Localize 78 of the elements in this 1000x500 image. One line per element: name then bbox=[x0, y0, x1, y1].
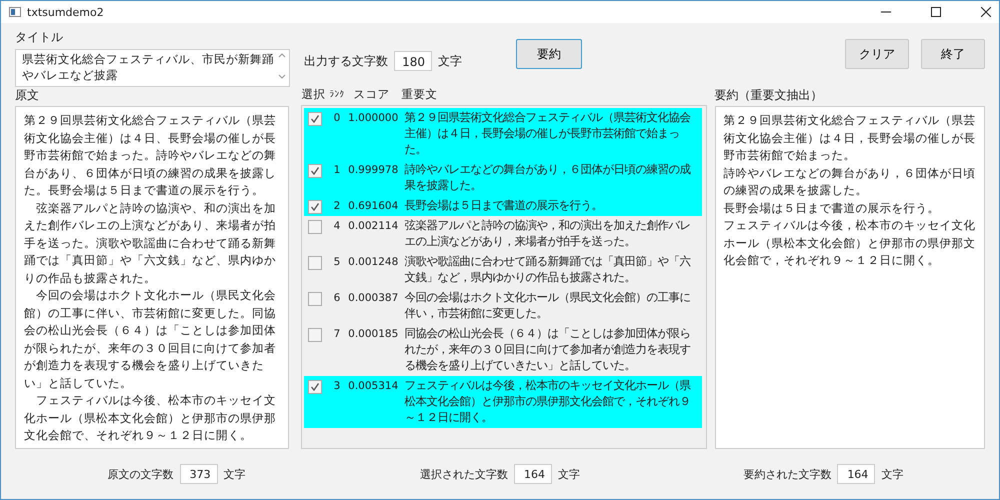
sentence-cell-text: 演歌や歌謡曲に合わせて踊る新舞踊では「真田節」や「六文銭」など，県内ゆかりの作品も披露された。 bbox=[404, 254, 692, 286]
title-label: タイトル bbox=[15, 29, 64, 46]
paragraph: 弦楽器アルパと詩吟の協演や、和の演出を加えた創作バレエの上演などがあり、来場者が拍手を送った。演歌や歌謡曲に合わせて踊る新舞踊では「真田節」や「六文銭」など、県内ゆかりの作品も披露された。 bbox=[24, 200, 277, 286]
score-cell-text: 0.000387 bbox=[347, 291, 398, 306]
rank-cell-text: 1 bbox=[332, 163, 340, 178]
count-label: 要約された文字数 bbox=[743, 466, 832, 482]
checkbox[interactable] bbox=[308, 292, 322, 306]
summary-line: 詩吟やバレエなどの舞台があり，６団体が日頃の練習の成果を披露した。 bbox=[724, 164, 976, 199]
count-field: 164 bbox=[514, 464, 552, 484]
score-cell-text: 0.001248 bbox=[347, 255, 398, 270]
output-length-field[interactable]: 180 bbox=[394, 51, 432, 71]
column-header: ﾗﾝｸ bbox=[329, 89, 346, 102]
column-header: スコア bbox=[353, 87, 390, 103]
unit-label: 文字 bbox=[881, 466, 904, 482]
source-label: 原文 bbox=[15, 87, 40, 104]
scrollbar-icon[interactable] bbox=[277, 51, 287, 81]
score-cell-text: 0.005314 bbox=[347, 379, 398, 394]
count-label: 選択された文字数 bbox=[420, 466, 508, 482]
score-cell-text: 0.999978 bbox=[347, 163, 398, 178]
rank-cell-text: 4 bbox=[332, 219, 340, 234]
rank-cell-text: 0 bbox=[332, 111, 340, 126]
sentence-row[interactable]: 0 1.000000 第２９回県芸術文化総合フェスティバル（県芸術文化協会主催）は４日，長野会場の催しが長野市芸術館で始まった。 bbox=[304, 108, 702, 160]
unit-label: 文字 bbox=[224, 466, 246, 482]
sentence-row[interactable]: 1 0.999978 詩吟やバレエなどの舞台があり，６団体が日頃の練習の成果を披露した。 bbox=[304, 160, 702, 196]
paragraph: 第２９回県芸術文化総合フェスティバル（県芸術文化協会主催）は４日、長野会場の催しが長野市芸術館で始まった。詩吟やバレエなどの舞台があり、６団体が日頃の練習の成果を披露した。長野会場は５日まで書道の展示を行う。 bbox=[24, 112, 277, 199]
source-text-area[interactable] bbox=[15, 106, 290, 449]
sentence-row[interactable]: 6 0.000387 今回の会場はホクト文化ホール（県民文化会館）の工事に伴い，市芸術館に変更した。 bbox=[304, 288, 702, 324]
sentence-row[interactable]: 2 0.691604 長野会場は５日まで書道の展示を行う。 bbox=[304, 196, 702, 216]
checkbox[interactable] bbox=[308, 164, 322, 178]
sentence-cell-text: フェスティバルは今後，松本市のキッセイ文化ホール（県松本文化会館）と伊那市の県伊那文化会館で，それぞれ９～１２日に開く。 bbox=[404, 378, 692, 426]
summarize-button[interactable]: 要約 bbox=[516, 39, 582, 69]
score-cell-text: 0.000185 bbox=[347, 327, 398, 342]
close-icon[interactable] bbox=[981, 7, 991, 17]
score-cell-text: 1.000000 bbox=[347, 111, 398, 126]
summary-line: 長野会場は５日まで書道の展示を行う。 bbox=[724, 200, 941, 216]
checkbox[interactable] bbox=[308, 112, 322, 126]
sentence-row[interactable]: 4 0.002114 弦楽器アルパと詩吟の協演や，和の演出を加えた創作バレエの上演などがあり，来場者が拍手を送った。 bbox=[304, 216, 702, 252]
summary-text-area[interactable]: 第２９回県芸術文化総合フェスティバル（県芸術文化協会主催）は４日，長野会場の催しが長野市芸術館で始まった。 詩吟やバレエなどの舞台があり，６団体が日頃の練習の成果を披露した。 長野会場は５日まで書道の展示を行う。 フェスティバルは今後，松本市のキッセイ文化ホール（県松本文化会館）と伊那市の県伊那文化会館で，それぞれ９～１２日に開く。 bbox=[714, 106, 985, 449]
unit-label: 文字 bbox=[558, 466, 580, 482]
paragraph: フェスティバルは今後、松本市のキッセイ文化ホール（県松本文化会館）と伊那市の県伊那文化会館で、それぞれ９～１２日に開く。 bbox=[24, 392, 277, 444]
rank-cell-text: 3 bbox=[332, 379, 340, 394]
sentence-row[interactable]: 3 0.005314 フェスティバルは今後，松本市のキッセイ文化ホール（県松本文化会館）と伊那市の県伊那文化会館で，それぞれ９～１２日に開く。 bbox=[304, 376, 702, 428]
unit-label: 文字 bbox=[438, 52, 462, 70]
summary-line: フェスティバルは今後，松本市のキッセイ文化ホール（県松本文化会館）と伊那市の県伊那文化会館で，それぞれ９～１２日に開く。 bbox=[724, 217, 976, 269]
count-field: 373 bbox=[180, 464, 218, 484]
output-length-label: 出力する文字数 bbox=[304, 52, 388, 70]
column-header: 選択 bbox=[301, 87, 326, 103]
rank-cell-text: 7 bbox=[332, 327, 340, 342]
checkbox[interactable] bbox=[308, 256, 322, 270]
title-field[interactable]: 県芸術文化総合フェスティバル、市民が新舞踊やバレエなど披露 bbox=[15, 49, 290, 87]
clear-button[interactable]: クリア bbox=[845, 39, 909, 69]
count-field: 164 bbox=[837, 464, 876, 484]
window-icon bbox=[9, 7, 21, 17]
sentence-cell-text: 第２９回県芸術文化総合フェスティバル（県芸術文化協会主催）は４日，長野会場の催しが長野市芸術館で始まった。 bbox=[404, 110, 692, 158]
rank-cell-text: 2 bbox=[332, 199, 340, 214]
count-label: 原文の文字数 bbox=[108, 466, 174, 482]
sentence-cell-text: 同協会の松山光会長（６４）は「ことしは参加団体が限られたが，来年の３０回目に向けて参加者が創造力を表現する機会を盛り上げていきたい」と話していた。 bbox=[404, 326, 692, 374]
rank-cell-text: 5 bbox=[332, 255, 340, 270]
checkbox[interactable] bbox=[308, 200, 322, 214]
score-cell-text: 0.002114 bbox=[347, 219, 398, 234]
checkbox[interactable] bbox=[308, 380, 322, 394]
sentence-cell-text: 詩吟やバレエなどの舞台があり，６団体が日頃の練習の成果を披露した。 bbox=[404, 162, 692, 194]
score-cell-text: 0.691604 bbox=[347, 199, 398, 214]
sentence-cell-text: 長野会場は５日まで書道の展示を行う。 bbox=[404, 198, 604, 214]
column-header: 重要文 bbox=[401, 87, 438, 103]
rank-cell-text: 6 bbox=[332, 291, 340, 306]
checkbox[interactable] bbox=[308, 220, 322, 234]
checkbox[interactable] bbox=[308, 328, 322, 342]
sentence-row[interactable]: 7 0.000185 同協会の松山光会長（６４）は「ことしは参加団体が限られたが，来年の３０回目に向けて参加者が創造力を表現する機会を盛り上げていきたい」と話していた。 bbox=[304, 324, 702, 376]
summary-line: 第２９回県芸術文化総合フェスティバル（県芸術文化協会主催）は４日，長野会場の催しが長野市芸術館で始まった。 bbox=[724, 112, 976, 164]
sentence-cell-text: 弦楽器アルパと詩吟の協演や，和の演出を加えた創作バレエの上演などがあり，来場者が拍手を送った。 bbox=[404, 218, 692, 250]
sentence-cell-text: 今回の会場はホクト文化ホール（県民文化会館）の工事に伴い，市芸術館に変更した。 bbox=[404, 290, 692, 322]
sentence-row[interactable]: 5 0.001248 演歌や歌謡曲に合わせて踊る新舞踊では「真田節」や「六文銭」など，県内ゆかりの作品も披露された。 bbox=[304, 252, 702, 288]
paragraph: 今回の会場はホクト文化ホール（県民文化会館）の工事に伴い、市芸術館に変更した。同協会の松山光会長（６４）は「ことしは参加団体が限られたが、来年の３０回目に向けて参加者が創造力を表現する機会を盛り上げていきたい」と話していた。 bbox=[24, 287, 277, 392]
exit-button[interactable]: 終了 bbox=[921, 39, 985, 69]
window-title: txtsumdemo2 bbox=[27, 6, 104, 18]
maximize-icon[interactable] bbox=[931, 7, 941, 17]
summary-label: 要約（重要文抽出） bbox=[714, 87, 824, 104]
